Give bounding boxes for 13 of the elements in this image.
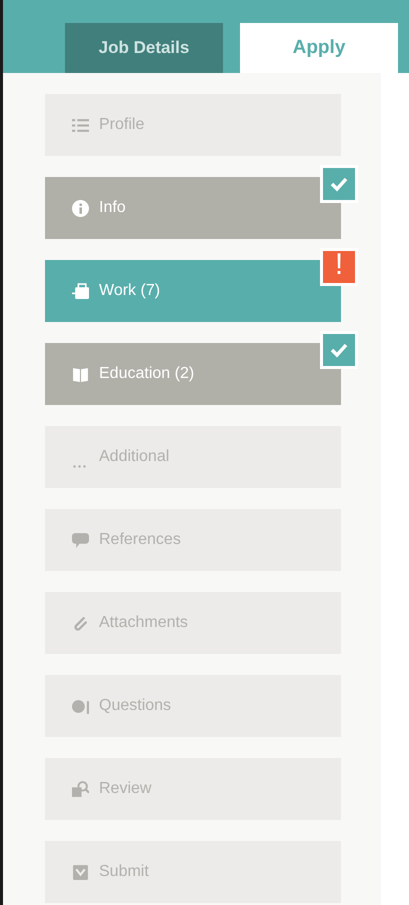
speech-bubble-icon [72, 532, 89, 548]
briefcase-icon [72, 282, 89, 300]
magnifier-icon [72, 780, 89, 798]
step-button[interactable]: Info [45, 177, 341, 239]
step-button[interactable]: Education (2) [45, 343, 341, 405]
inbox-icon [72, 864, 89, 880]
list-icon [72, 116, 89, 134]
tab[interactable]: Apply [240, 23, 398, 73]
alert-badge: ! [320, 248, 358, 286]
tab[interactable]: Job Details [65, 23, 223, 73]
paperclip-icon [72, 614, 89, 632]
book-icon [72, 366, 89, 382]
info-icon [72, 200, 89, 216]
